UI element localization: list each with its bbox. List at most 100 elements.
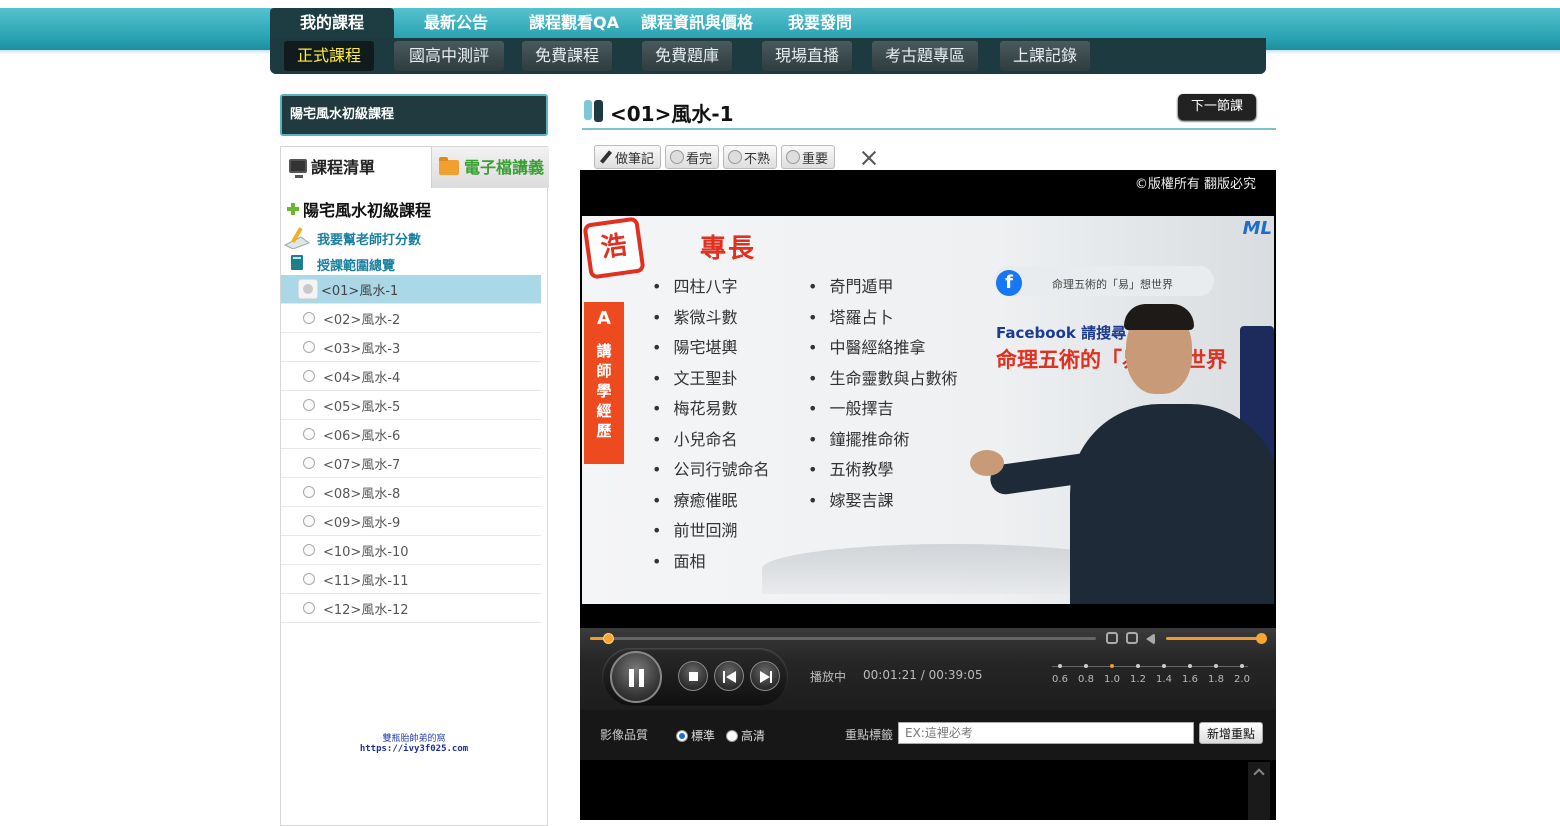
video-skill-item: 四柱八字 <box>652 272 769 303</box>
seek-bar-handle[interactable] <box>602 633 614 644</box>
lesson-label: <04>風水-4 <box>323 370 401 386</box>
course-sidebar: 課程清單 電子檔講義 陽宅風水初級課程 我要幫老師打分數 授課範圍總覽 <01>… <box>280 146 549 826</box>
nav-my-courses[interactable]: 我的課程 <box>270 8 394 38</box>
lesson-item[interactable]: <08>風水-8 <box>281 478 541 507</box>
site-footer-url[interactable]: https://ivy3f025.com <box>281 744 547 754</box>
syllabus-overview-link[interactable]: 授課範圍總覽 <box>317 255 395 274</box>
subnav-past-exams[interactable]: 考古題專區 <box>872 41 978 71</box>
playback-buttons <box>602 648 788 706</box>
mark-unfamiliar-label: 不熟 <box>744 151 771 167</box>
lesson-item[interactable]: <06>風水-6 <box>281 420 541 449</box>
mark-important-button[interactable]: 重要 <box>781 145 836 169</box>
lesson-label: <07>風水-7 <box>323 457 401 473</box>
video-skill-item: 面相 <box>652 547 769 578</box>
lesson-item[interactable]: <12>風水-12 <box>281 594 541 623</box>
speed-option-dot[interactable] <box>1084 664 1088 668</box>
rating-pencil-icon <box>283 227 311 249</box>
take-note-button[interactable]: 做筆記 <box>594 145 662 169</box>
video-skill-item: 公司行號命名 <box>652 455 769 486</box>
subnav-assessment[interactable]: 國高中測評 <box>394 41 504 71</box>
video-frame[interactable]: 浩 A 講師學經歷 專長 四柱八字紫微斗數陽宅堪輿文王聖卦梅花易數小兒命名公司行… <box>582 216 1274 604</box>
quality-option-standard[interactable]: 標準 <box>676 727 715 744</box>
unfamiliar-radio-icon <box>728 150 743 164</box>
fullscreen-icon[interactable] <box>1126 632 1138 644</box>
mark-unfamiliar-button[interactable]: 不熟 <box>723 145 778 169</box>
presenter-hair <box>1124 304 1194 330</box>
video-brand-logo: ML <box>1242 218 1272 239</box>
speed-option-dot[interactable] <box>1240 664 1244 668</box>
lesson-radio-icon <box>303 602 315 614</box>
pause-button[interactable] <box>610 651 662 703</box>
video-skill-item: 小兒命名 <box>652 425 769 456</box>
book-icon <box>291 255 303 270</box>
subnav-live[interactable]: 現場直播 <box>762 41 852 71</box>
mark-watched-button[interactable]: 看完 <box>665 145 720 169</box>
volume-icon[interactable] <box>1146 633 1155 645</box>
lesson-label: <11>風水-11 <box>323 573 409 589</box>
mark-input[interactable] <box>898 722 1194 744</box>
lesson-label: <01>風水-1 <box>321 283 399 299</box>
lesson-label: <03>風水-3 <box>323 341 401 357</box>
loop-icon[interactable] <box>1106 632 1118 644</box>
stop-button[interactable] <box>678 661 708 691</box>
speed-option-label[interactable]: 2.0 <box>1227 674 1257 685</box>
tree-root-label: 陽宅風水初級課程 <box>303 201 432 220</box>
volume-slider-handle[interactable] <box>1256 633 1267 644</box>
tab-course-list[interactable]: 課程清單 <box>281 147 431 188</box>
nav-course-info-price[interactable]: 課程資訊與價格 <box>630 8 764 38</box>
next-button[interactable] <box>750 661 780 691</box>
monitor-icon <box>289 159 307 178</box>
speed-option-dot[interactable] <box>1188 664 1192 668</box>
playback-timecode: 00:01:21 / 00:39:05 <box>863 668 983 682</box>
copyright-notice: ©版權所有 翻版必究 <box>1134 177 1256 192</box>
lesson-item[interactable]: <01>風水-1 <box>281 275 541 304</box>
tab-course-list-label: 課程清單 <box>311 158 376 177</box>
lesson-title: <01>風水-1 <box>610 102 734 126</box>
speed-option-dot[interactable] <box>1136 664 1140 668</box>
quality-standard-label: 標準 <box>691 729 716 743</box>
speed-slider-track[interactable] <box>1052 666 1248 667</box>
lesson-item[interactable]: <09>風水-9 <box>281 507 541 536</box>
lesson-item[interactable]: <03>風水-3 <box>281 333 541 362</box>
lesson-item[interactable]: <05>風水-5 <box>281 391 541 420</box>
tree-root[interactable]: 陽宅風水初級課程 <box>287 197 431 221</box>
speed-option-dot[interactable] <box>1058 664 1062 668</box>
quality-hd-radio[interactable] <box>726 729 738 742</box>
rate-teacher-link[interactable]: 我要幫老師打分數 <box>317 229 421 248</box>
nav-viewing-qa[interactable]: 課程觀看QA <box>518 8 630 38</box>
speed-option-dot[interactable] <box>1214 664 1218 668</box>
tab-ebook[interactable]: 電子檔講義 <box>431 147 549 188</box>
lesson-item[interactable]: <04>風水-4 <box>281 362 541 391</box>
lesson-item[interactable]: <11>風水-11 <box>281 565 541 594</box>
speed-option-dot[interactable] <box>1162 664 1166 668</box>
speed-option-dot[interactable] <box>1110 664 1114 668</box>
subnav-free-courses[interactable]: 免費課程 <box>522 41 612 71</box>
video-skill-item: 奇門遁甲 <box>808 272 957 303</box>
lesson-label: <05>風水-5 <box>323 399 401 415</box>
marks-scrollbar[interactable] <box>1248 762 1270 820</box>
lesson-radio-icon <box>303 573 315 585</box>
volume-slider[interactable] <box>1166 637 1266 640</box>
lesson-radio-icon <box>303 457 315 469</box>
lesson-item[interactable]: <10>風水-10 <box>281 536 541 565</box>
quality-standard-radio[interactable] <box>676 729 688 742</box>
title-marker <box>584 100 592 120</box>
video-heading: 專長 <box>700 234 757 264</box>
video-skill-column-2: 奇門遁甲塔羅占卜中醫經絡推拿生命靈數與占數術一般擇吉鐘擺推命術五術教學嫁娶吉課 <box>808 272 957 516</box>
nav-announcements[interactable]: 最新公告 <box>394 8 518 38</box>
subnav-formal-courses[interactable]: 正式課程 <box>284 41 374 71</box>
seek-bar[interactable] <box>590 633 1096 644</box>
next-lesson-button[interactable]: 下一節課 <box>1178 94 1256 120</box>
previous-button[interactable] <box>714 661 744 691</box>
quality-option-hd[interactable]: 高清 <box>726 727 765 744</box>
add-mark-button[interactable]: 新增重點 <box>1199 722 1263 744</box>
subnav-free-question-bank[interactable]: 免費題庫 <box>642 41 732 71</box>
nav-ask-question[interactable]: 我要發問 <box>764 8 876 38</box>
lesson-label: <12>風水-12 <box>323 602 409 618</box>
clear-marks-close-icon[interactable] <box>860 149 878 167</box>
lesson-item[interactable]: <07>風水-7 <box>281 449 541 478</box>
course-name-box: 陽宅風水初級課程 <box>280 94 548 136</box>
video-skill-item: 文王聖卦 <box>652 364 769 395</box>
lesson-item[interactable]: <02>風水-2 <box>281 304 541 333</box>
subnav-class-records[interactable]: 上課記錄 <box>1000 41 1090 71</box>
